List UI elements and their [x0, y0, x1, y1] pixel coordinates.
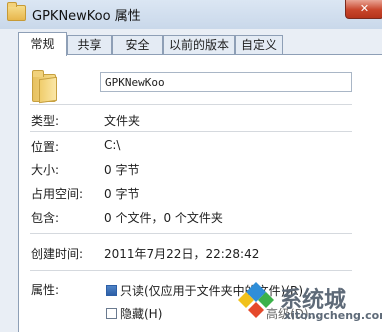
- tab-label: 以前的版本: [168, 38, 229, 52]
- location-label: 位置:: [31, 140, 60, 154]
- size-value: 0 字节: [104, 163, 140, 177]
- size-on-disk-label: 占用空间:: [31, 187, 84, 201]
- divider: [30, 233, 352, 234]
- folder-name-input[interactable]: [100, 72, 352, 92]
- readonly-checkbox[interactable]: [106, 285, 117, 296]
- tab-sharing[interactable]: 共享: [67, 35, 112, 54]
- tab-security[interactable]: 安全: [112, 35, 163, 54]
- hidden-checkbox[interactable]: [106, 308, 117, 319]
- tab-customize[interactable]: 自定义: [235, 35, 283, 54]
- hidden-label: 隐藏(H): [120, 307, 163, 321]
- title-bar: GPKNewKoo 属性 ✕: [0, 0, 382, 29]
- size-on-disk-value: 0 字节: [104, 187, 140, 201]
- created-label: 创建时间:: [31, 247, 84, 261]
- created-value: 2011年7月22日，22:28:42: [104, 247, 260, 261]
- type-label: 类型:: [31, 114, 60, 128]
- close-button[interactable]: ✕: [345, 0, 382, 19]
- tab-general[interactable]: 常规: [18, 32, 67, 56]
- tab-label: 自定义: [240, 38, 277, 52]
- tab-label: 常规: [30, 37, 55, 51]
- close-icon: ✕: [359, 2, 370, 15]
- tab-label: 共享: [77, 38, 102, 52]
- divider: [30, 104, 352, 105]
- folder-icon: [7, 2, 26, 21]
- type-value: 文件夹: [104, 114, 141, 128]
- watermark-url: xitongcheng.com: [284, 309, 382, 322]
- window-title: GPKNewKoo 属性: [32, 9, 141, 24]
- contains-label: 包含:: [31, 211, 60, 225]
- attributes-label: 属性:: [31, 283, 60, 297]
- tab-label: 安全: [125, 38, 150, 52]
- watermark-logo-icon: [238, 282, 274, 318]
- location-value: C:\: [104, 138, 121, 152]
- divider: [30, 270, 352, 271]
- tab-previous-versions[interactable]: 以前的版本: [163, 35, 235, 54]
- size-label: 大小:: [31, 163, 60, 177]
- contains-value: 0 个文件，0 个文件夹: [104, 211, 223, 225]
- large-folder-icon: [32, 70, 58, 104]
- divider: [30, 131, 352, 132]
